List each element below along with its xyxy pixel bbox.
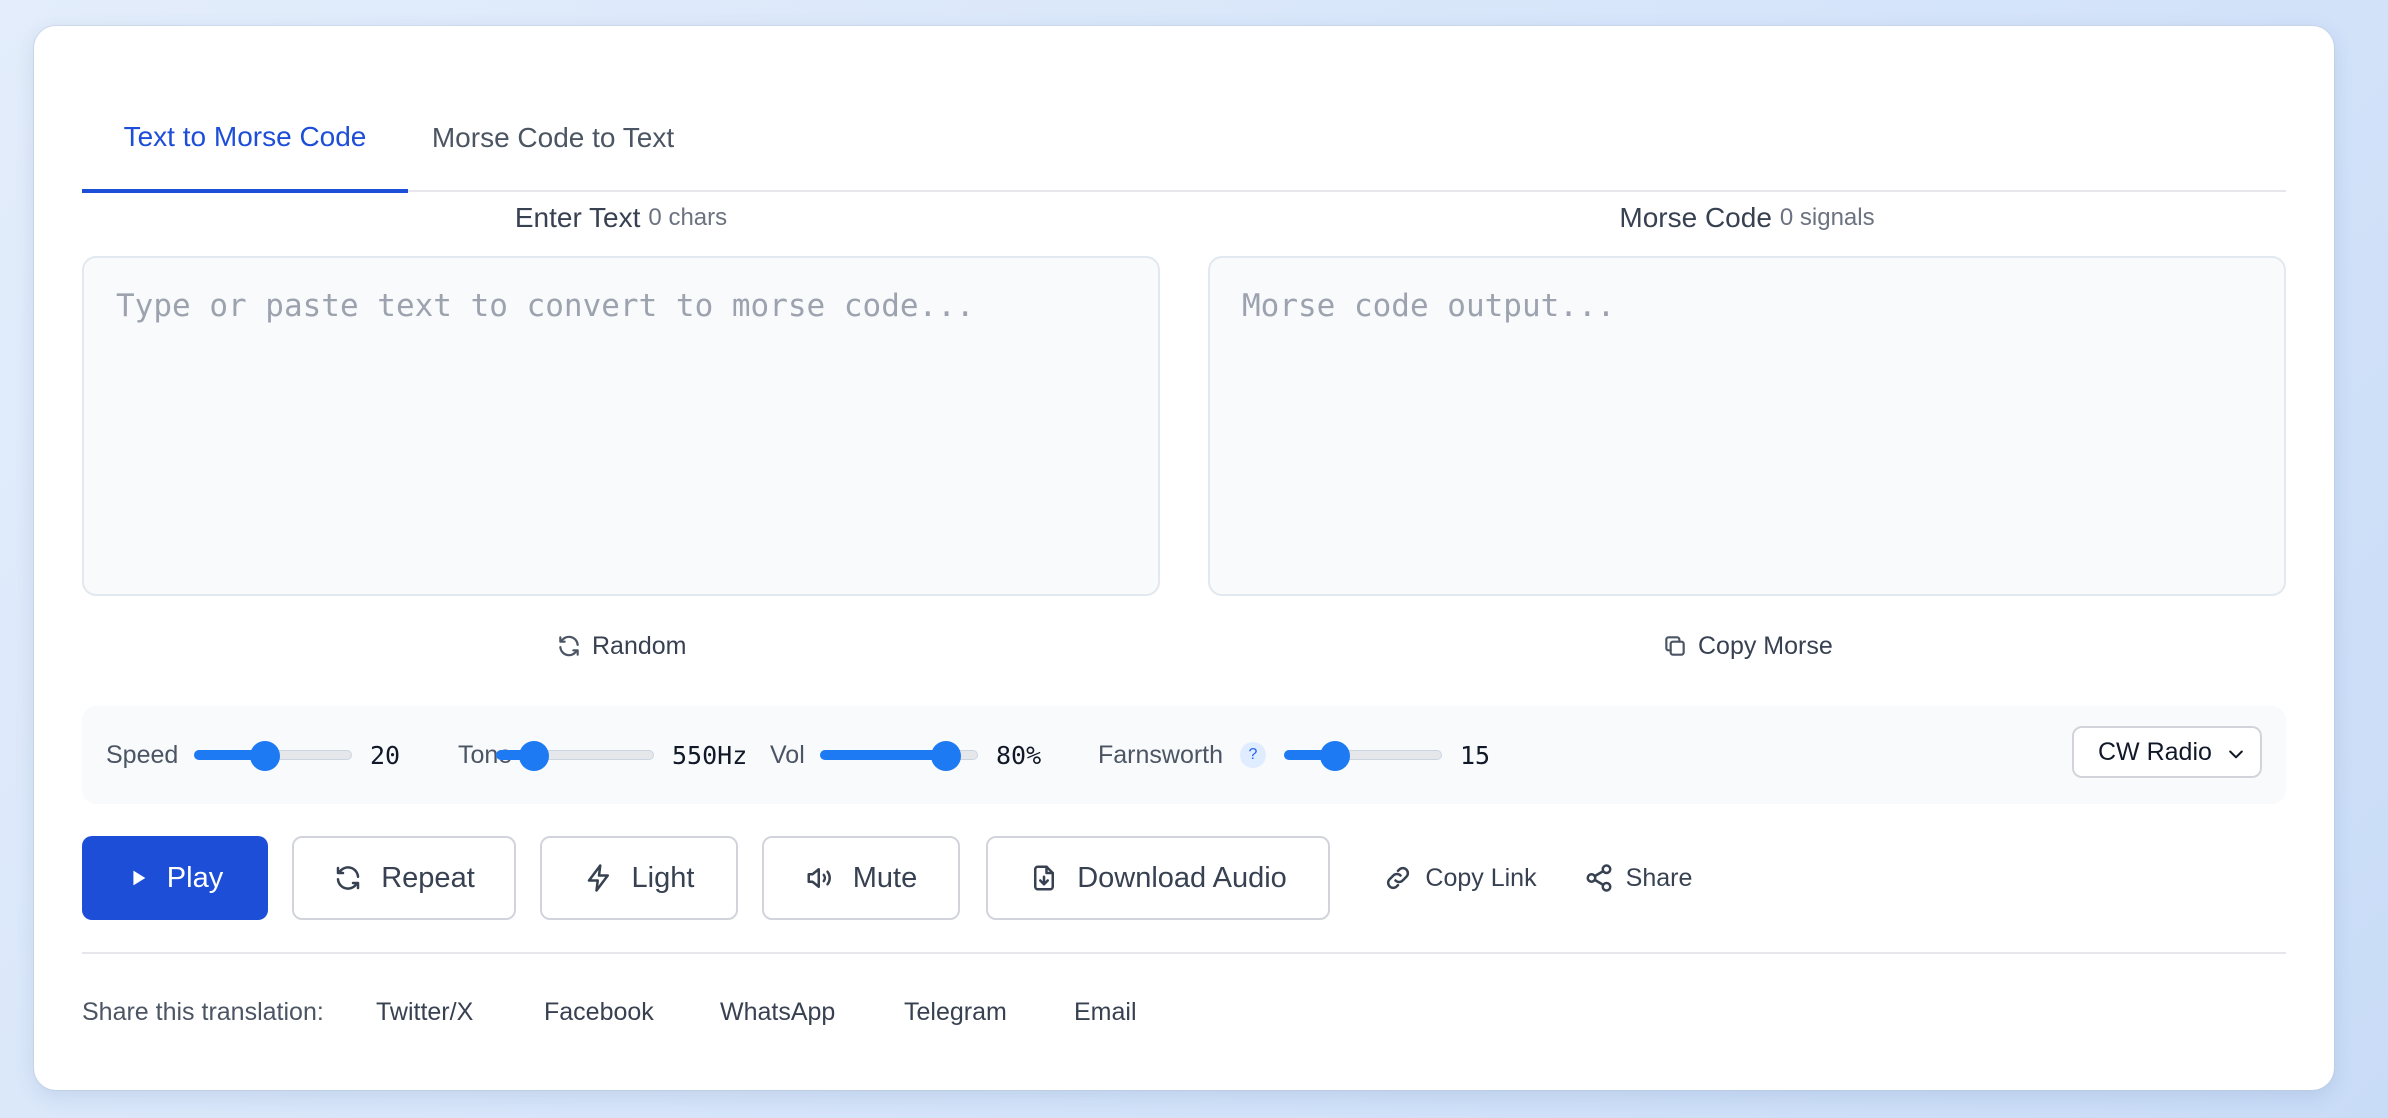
light-label: Light (631, 861, 695, 894)
download-audio-button[interactable]: Download Audio (986, 836, 1330, 920)
signal-count: 0 signals (1779, 204, 1875, 231)
share-label: Share (1625, 863, 1693, 892)
tone-slider-thumb[interactable] (518, 741, 549, 771)
morse-output[interactable] (1208, 256, 2286, 596)
repeat-icon (336, 866, 360, 890)
speaker-icon (807, 868, 831, 888)
file-download-icon (1034, 865, 1055, 891)
refresh-icon (559, 635, 579, 657)
random-button[interactable]: Random (556, 626, 687, 666)
share-button[interactable]: Share (1570, 836, 1706, 920)
copy-link-label: Copy Link (1425, 863, 1537, 892)
copy-morse-button[interactable]: Copy Morse (1662, 626, 1833, 666)
output-panel-header: Morse Code 0 signals (1208, 198, 2286, 238)
light-button[interactable]: Light (540, 836, 738, 920)
farnsworth-help-icon[interactable]: ? (1240, 742, 1266, 768)
play-label: Play (166, 861, 224, 894)
copy-icon (1665, 636, 1685, 656)
mute-button[interactable]: Mute (762, 836, 960, 920)
volume-label: Vol (770, 740, 805, 769)
lightning-icon (587, 864, 609, 892)
sound-type-value: CW Radio (2098, 737, 2212, 766)
copy-link-button[interactable]: Copy Link (1370, 836, 1550, 920)
volume-slider[interactable] (820, 741, 978, 771)
play-button[interactable]: Play (82, 836, 268, 920)
farnsworth-label: Farnsworth (1098, 740, 1224, 769)
farnsworth-value: 15 (1460, 740, 1491, 770)
farnsworth-slider-thumb[interactable] (1319, 741, 1350, 771)
mute-label: Mute (852, 861, 918, 894)
speed-slider-thumb[interactable] (250, 741, 281, 771)
sound-type-select[interactable]: CW Radio (2072, 726, 2262, 778)
share-whatsapp-link[interactable]: WhatsApp (720, 992, 835, 1032)
share-icon (1586, 864, 1612, 892)
share-email-link[interactable]: Email (1074, 992, 1137, 1032)
speed-value: 20 (370, 740, 401, 770)
converter-card: Text to Morse Code Morse Code to Text En… (34, 26, 2334, 1090)
playback-controls: Speed 20 Tone 550Hz Vol 80% Farnsworth ?… (82, 706, 2286, 804)
volume-slider-thumb[interactable] (931, 741, 962, 771)
tab-text-to-morse[interactable]: Text to Morse Code (82, 84, 408, 193)
tone-value: 550Hz (672, 740, 748, 770)
download-audio-label: Download Audio (1077, 861, 1287, 894)
output-panel-title: Morse Code (1619, 202, 1772, 233)
share-facebook-link[interactable]: Facebook (544, 992, 654, 1032)
copy-morse-label: Copy Morse (1698, 631, 1833, 660)
chevron-down-icon (2229, 750, 2243, 759)
tab-morse-to-text[interactable]: Morse Code to Text (408, 84, 698, 192)
farnsworth-slider[interactable] (1284, 741, 1442, 771)
input-panel-header: Enter Text 0 chars (82, 198, 1160, 238)
speed-slider[interactable] (194, 741, 352, 771)
share-telegram-link[interactable]: Telegram (904, 992, 1007, 1032)
share-translation-label: Share this translation: (82, 997, 324, 1026)
random-label: Random (592, 631, 687, 660)
share-twitter-link[interactable]: Twitter/X (376, 992, 473, 1032)
tone-slider[interactable] (496, 741, 654, 771)
divider (82, 952, 2286, 954)
tab-bar: Text to Morse Code Morse Code to Text (82, 84, 2286, 193)
play-icon (133, 870, 146, 886)
input-panel-title: Enter Text (514, 202, 641, 233)
speed-label: Speed (106, 740, 179, 769)
text-input[interactable] (82, 256, 1160, 596)
char-count: 0 chars (648, 204, 728, 231)
repeat-label: Repeat (381, 861, 475, 894)
link-icon (1387, 866, 1410, 890)
volume-value: 80% (996, 740, 1042, 770)
repeat-button[interactable]: Repeat (292, 836, 516, 920)
